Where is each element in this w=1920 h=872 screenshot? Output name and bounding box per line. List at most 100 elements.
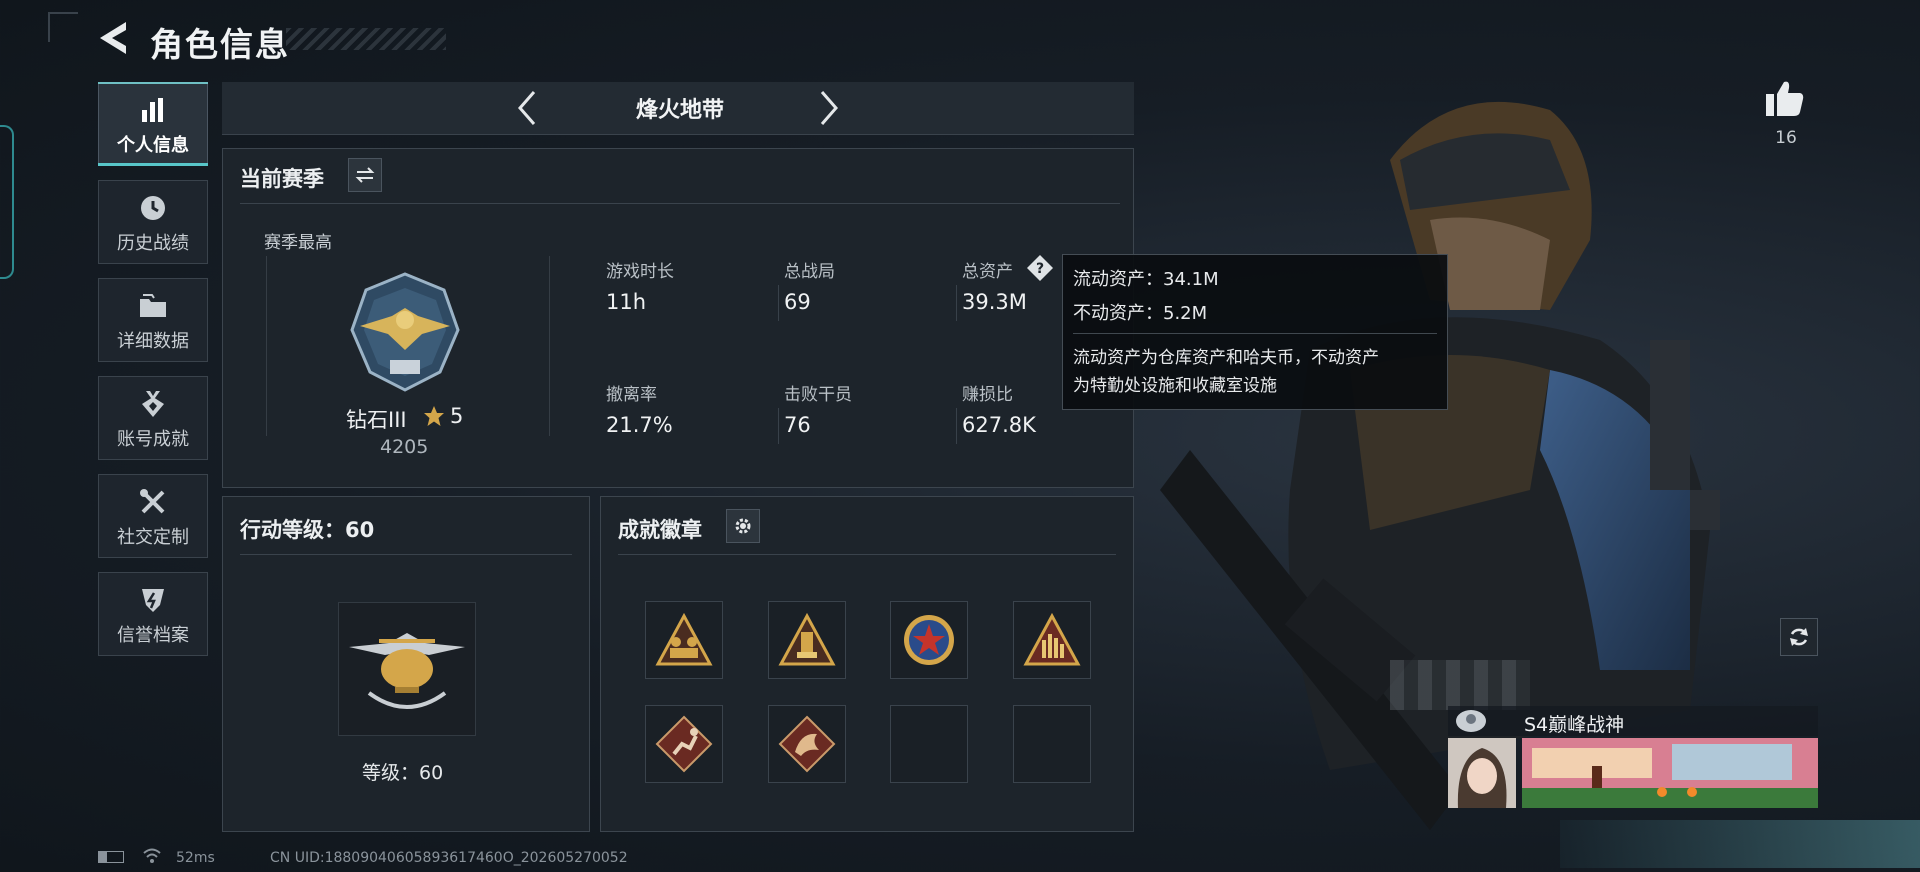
achievement-badge[interactable] xyxy=(768,601,846,679)
stream-title: S4巅峰战神 xyxy=(1524,714,1625,736)
corner-decoration xyxy=(48,12,78,42)
stat-label-assets: 总资产 xyxy=(962,262,1013,282)
sidebar-item-achievements[interactable]: 账号成就 xyxy=(98,376,208,460)
divider xyxy=(778,408,779,444)
season-switch-button[interactable] xyxy=(348,158,382,192)
sidebar-item-label: 信誉档案 xyxy=(117,625,189,646)
game-thumbnail xyxy=(1522,738,1818,808)
like-button[interactable] xyxy=(1764,78,1806,122)
chevron-left-icon xyxy=(518,91,536,125)
clock-icon xyxy=(99,193,207,223)
like-count: 16 xyxy=(1775,128,1797,148)
sidebar-item-personal-info[interactable]: 个人信息 xyxy=(98,82,208,166)
streamer-thumbnail xyxy=(1448,738,1516,808)
tower-badge-icon xyxy=(778,612,836,666)
sidebar-item-label: 历史战绩 xyxy=(117,233,189,254)
level-emblem-frame xyxy=(338,602,476,736)
sidebar-item-social-custom[interactable]: 社交定制 xyxy=(98,474,208,558)
wifi-icon xyxy=(142,846,162,868)
help-icon: ? xyxy=(1027,255,1053,281)
mode-prev-button[interactable] xyxy=(510,88,546,128)
rank-name: 钻石III xyxy=(346,408,407,432)
stat-value-matches: 69 xyxy=(784,290,811,314)
tooltip-description-line2: 为特勤处设施和收藏室设施 xyxy=(1073,376,1277,396)
sidebar-item-credit-file[interactable]: 信誉档案 xyxy=(98,572,208,656)
battery-icon xyxy=(98,851,124,863)
team-badge-icon xyxy=(655,612,713,666)
achievement-badge[interactable] xyxy=(1013,601,1091,679)
rotate-model-button[interactable] xyxy=(1780,618,1818,656)
bar-chart-icon xyxy=(99,95,207,125)
assets-tooltip: 流动资产：34.1M 不动资产：5.2M 流动资产为仓库资产和哈夫币，不动资产 … xyxy=(1062,254,1448,410)
mode-next-button[interactable] xyxy=(810,88,846,128)
achievement-badge[interactable] xyxy=(768,705,846,783)
achievements-title: 成就徽章 xyxy=(618,518,702,542)
folder-icon xyxy=(99,291,207,321)
divider xyxy=(956,285,957,321)
stat-label-matches: 总战局 xyxy=(784,262,835,282)
stat-label-kills: 击败干员 xyxy=(784,385,852,405)
level-text: 等级：60 xyxy=(362,762,444,784)
sidebar-item-label: 社交定制 xyxy=(117,527,189,548)
glow-decoration xyxy=(1560,820,1920,868)
sidebar-item-label: 详细数据 xyxy=(117,331,189,352)
stat-value-playtime: 11h xyxy=(606,290,647,314)
back-button[interactable] xyxy=(96,18,136,58)
stream-avatar-icon xyxy=(1454,708,1488,738)
star-medal-icon xyxy=(904,615,954,665)
sidebar-item-history[interactable]: 历史战绩 xyxy=(98,180,208,264)
title-decoration xyxy=(286,28,446,50)
chevron-right-icon xyxy=(820,91,838,125)
ping: 52ms xyxy=(176,850,215,866)
sidebar-item-detail-data[interactable]: 详细数据 xyxy=(98,278,208,362)
divider xyxy=(618,554,1116,555)
mode-label: 烽火地带 xyxy=(635,98,724,123)
stat-value-extract-rate: 21.7% xyxy=(606,413,673,437)
tooltip-description-line1: 流动资产为仓库资产和哈夫币，不动资产 xyxy=(1073,348,1379,368)
season-title: 当前赛季 xyxy=(240,167,324,191)
tooltip-liquid-assets: 流动资产：34.1M xyxy=(1073,269,1219,290)
page-title: 角色信息 xyxy=(150,25,290,64)
wrench-screwdriver-icon xyxy=(99,487,207,517)
helicopter-emblem-icon xyxy=(349,633,465,709)
rank-points: 4205 xyxy=(380,436,429,458)
achievements-settings-button[interactable] xyxy=(726,509,760,543)
star-icon xyxy=(422,404,446,432)
season-best-label: 赛季最高 xyxy=(264,233,332,253)
stream-title-bar xyxy=(1448,706,1818,736)
divider xyxy=(956,408,957,444)
sidebar-item-label: 个人信息 xyxy=(117,135,189,156)
achievement-badge[interactable] xyxy=(645,705,723,783)
divider xyxy=(240,554,572,555)
achievement-slot-empty[interactable] xyxy=(1013,705,1091,783)
tooltip-fixed-assets: 不动资产：5.2M xyxy=(1073,303,1208,324)
achievement-icon xyxy=(99,389,207,419)
rank-stars: 5 xyxy=(450,404,464,428)
stat-value-assets: 39.3M xyxy=(962,290,1027,314)
stat-value-profit-ratio: 627.8K xyxy=(962,413,1036,437)
divider xyxy=(240,203,1120,204)
achievement-badge[interactable] xyxy=(890,601,968,679)
side-drawer-handle[interactable] xyxy=(0,125,14,279)
stat-label-extract-rate: 撤离率 xyxy=(606,385,657,405)
back-arrow-icon xyxy=(100,22,126,54)
dragon-badge-icon xyxy=(778,715,836,773)
shield-icon xyxy=(99,585,207,615)
refresh-icon xyxy=(1790,628,1808,646)
pixelated-overlay xyxy=(1390,660,1530,710)
thumbs-up-icon xyxy=(1766,81,1804,116)
stat-label-profit-ratio: 赚损比 xyxy=(962,385,1013,405)
rank-emblem-icon xyxy=(340,268,470,402)
stat-label-playtime: 游戏时长 xyxy=(606,262,674,282)
swap-icon xyxy=(355,167,375,183)
gear-icon xyxy=(735,518,751,534)
divider xyxy=(1073,333,1437,334)
divider xyxy=(778,285,779,321)
achievement-slot-empty[interactable] xyxy=(890,705,968,783)
stat-value-kills: 76 xyxy=(784,413,811,437)
svg-text:?: ? xyxy=(1036,261,1044,277)
user-uid: CN UID:18809040605893617460O_20260527005… xyxy=(270,850,628,866)
assets-help-button[interactable]: ? xyxy=(1026,254,1054,286)
runner-badge-icon xyxy=(655,715,713,773)
achievement-badge[interactable] xyxy=(645,601,723,679)
